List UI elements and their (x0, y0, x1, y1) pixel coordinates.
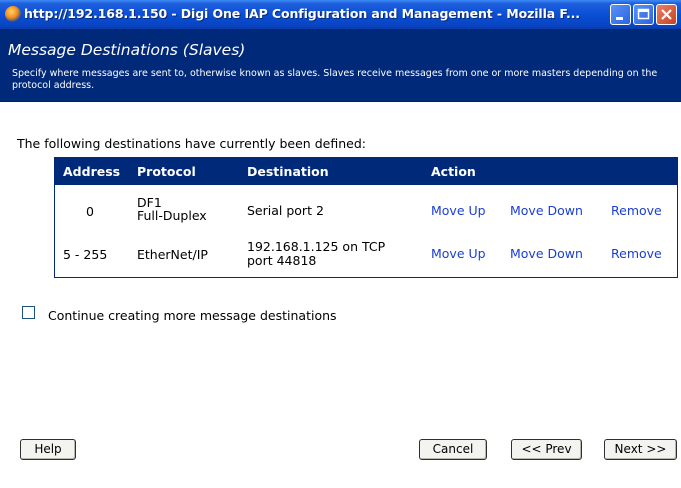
remove-link[interactable]: Remove (611, 246, 662, 261)
remove-link[interactable]: Remove (611, 203, 662, 218)
row-address: 0 (86, 204, 94, 219)
column-header-address: Address (63, 164, 121, 179)
help-button[interactable]: Help (20, 439, 76, 460)
destinations-intro: The following destinations have currentl… (17, 136, 366, 151)
row-protocol-line1: EtherNet/IP (137, 247, 208, 262)
row-destination-line1: 192.168.1.125 on TCP (247, 239, 386, 254)
move-down-link[interactable]: Move Down (510, 246, 583, 261)
column-header-destination: Destination (247, 164, 329, 179)
cancel-button[interactable]: Cancel (419, 439, 487, 460)
minimize-button[interactable] (610, 4, 631, 25)
maximize-button[interactable] (633, 4, 654, 25)
next-button[interactable]: Next >> (604, 439, 677, 460)
window-titlebar: http://192.168.1.150 - Digi One IAP Conf… (0, 0, 681, 29)
row-protocol-line2: Full-Duplex (137, 208, 207, 223)
column-header-action: Action (431, 164, 476, 179)
row-destination: Serial port 2 (247, 203, 324, 218)
column-header-protocol: Protocol (137, 164, 196, 179)
maximize-icon (637, 8, 650, 20)
page-header: Message Destinations (Slaves) Specify wh… (0, 29, 681, 102)
minimize-icon (616, 17, 623, 20)
page-title: Message Destinations (Slaves) (8, 41, 246, 59)
firefox-icon (5, 6, 21, 22)
window-title: http://192.168.1.150 - Digi One IAP Conf… (24, 6, 580, 21)
table-header: Address Protocol Destination Action (55, 158, 677, 185)
prev-button[interactable]: << Prev (511, 439, 582, 460)
continue-creating-checkbox[interactable] (22, 306, 35, 319)
page-description: Specify where messages are sent to, othe… (12, 68, 658, 91)
row-address: 5 - 255 (63, 247, 108, 262)
continue-creating-label: Continue creating more message destinati… (48, 308, 337, 323)
move-up-link[interactable]: Move Up (431, 203, 486, 218)
destinations-table: Address Protocol Destination Action 0 DF… (54, 157, 678, 278)
close-icon (661, 9, 672, 20)
close-button[interactable] (656, 4, 677, 25)
move-up-link[interactable]: Move Up (431, 246, 486, 261)
row-destination-line2: port 44818 (247, 253, 317, 268)
move-down-link[interactable]: Move Down (510, 203, 583, 218)
